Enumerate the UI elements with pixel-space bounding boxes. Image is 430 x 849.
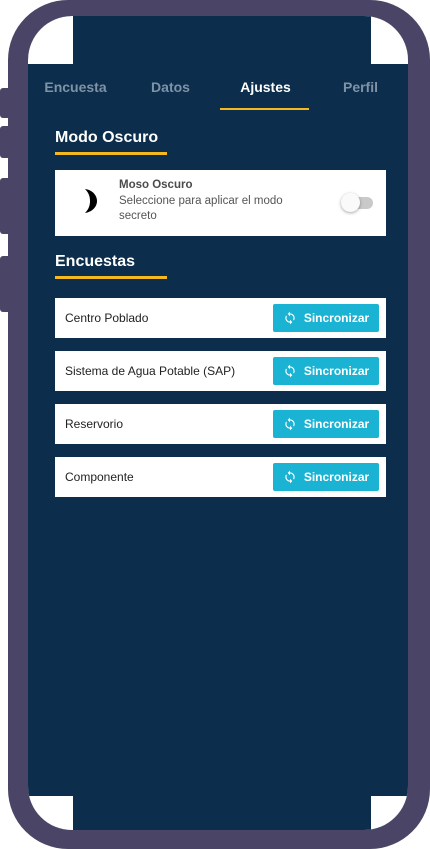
surveys-section-title: Encuestas [55, 253, 136, 270]
survey-label: Sistema de Agua Potable (SAP) [65, 364, 236, 378]
sync-button-label: Sincronizar [303, 417, 370, 431]
tab-ajustes[interactable]: Ajustes [218, 76, 313, 112]
sync-button-label: Sincronizar [303, 364, 370, 378]
phone-side-button [0, 126, 8, 158]
tab-datos[interactable]: Datos [123, 76, 218, 112]
phone-screen: Encuesta Datos Ajustes Perfil Modo Oscur… [28, 16, 408, 830]
tab-encuesta[interactable]: Encuesta [28, 76, 123, 112]
sync-icon [285, 311, 295, 325]
sync-button-label: Sincronizar [303, 311, 370, 325]
sync-button-label: Sincronizar [303, 470, 370, 484]
dark-mode-description: Seleccione para aplicar el modo secreto [119, 195, 283, 222]
dark-mode-toggle[interactable] [341, 193, 377, 213]
survey-label: Reservorio [65, 417, 124, 431]
phone-side-button [0, 256, 8, 312]
dark-mode-section-title: Modo Oscuro [55, 129, 159, 146]
moon-icon [85, 189, 97, 213]
toggle-knob [341, 193, 360, 212]
phone-side-button [0, 178, 8, 234]
sync-button[interactable]: Sincronizar [273, 304, 379, 332]
sync-button[interactable]: Sincronizar [273, 463, 379, 491]
survey-row-componente: Componente Sincronizar [55, 457, 386, 497]
sync-button[interactable]: Sincronizar [273, 357, 379, 385]
section-underline [55, 152, 167, 155]
tab-bar: Encuesta Datos Ajustes Perfil [28, 76, 408, 112]
phone-side-button [0, 88, 8, 118]
sync-icon [285, 364, 295, 378]
survey-row-reservorio: Reservorio Sincronizar [55, 404, 386, 444]
sync-button[interactable]: Sincronizar [273, 410, 379, 438]
sync-icon [285, 417, 295, 431]
dark-mode-card: Moso Oscuro Seleccione para aplicar el m… [55, 170, 386, 236]
dark-mode-title: Moso Oscuro [119, 179, 193, 191]
survey-label: Componente [65, 470, 134, 484]
survey-row-sap: Sistema de Agua Potable (SAP) Sincroniza… [55, 351, 386, 391]
survey-row-centro-poblado: Centro Poblado Sincronizar [55, 298, 386, 338]
tab-perfil[interactable]: Perfil [313, 76, 408, 112]
sync-icon [285, 470, 295, 484]
survey-label: Centro Poblado [65, 311, 149, 325]
section-underline [55, 276, 167, 279]
